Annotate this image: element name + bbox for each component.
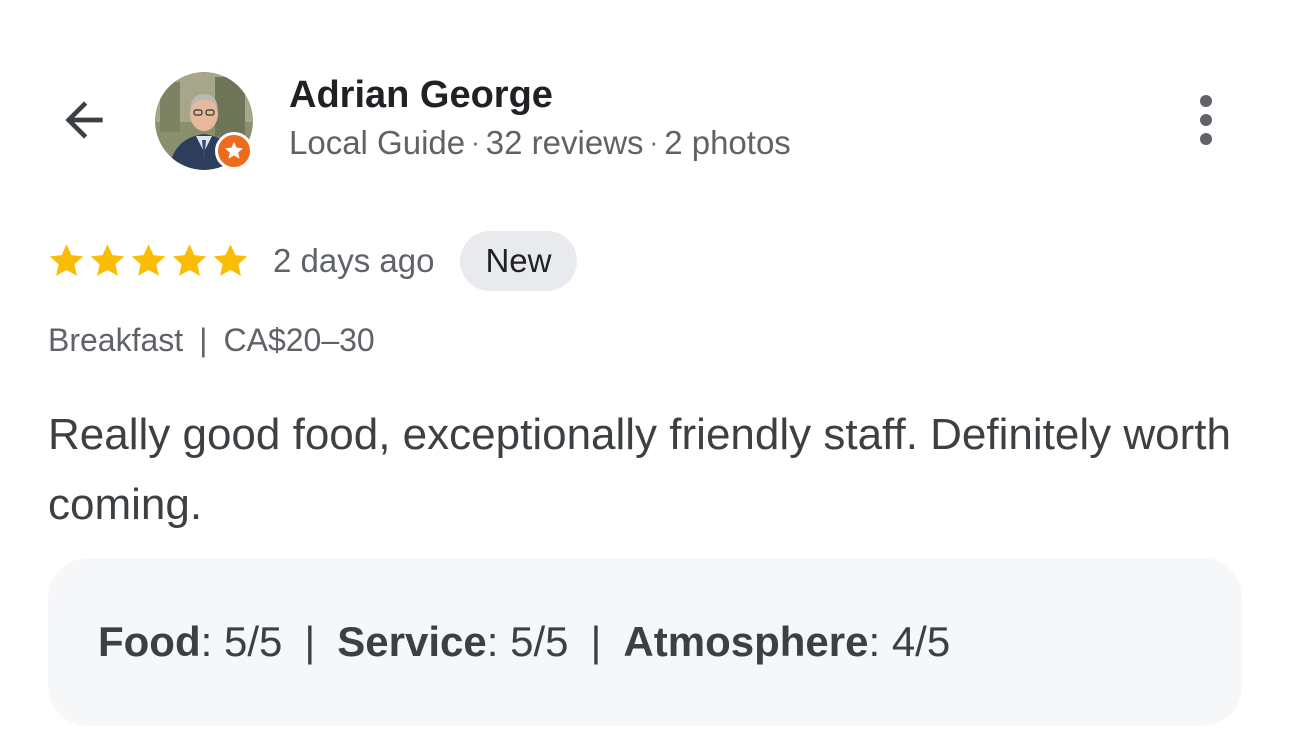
- star-icon: [213, 243, 248, 276]
- review-time: 2 days ago: [273, 242, 435, 279]
- local-guide-star-icon: [225, 141, 243, 159]
- new-badge: New: [460, 231, 577, 291]
- star-icon: [90, 243, 125, 276]
- attribute-service: Service: 5/5: [337, 618, 568, 666]
- attribute-separator: |: [590, 618, 602, 665]
- meta-separator: ·: [471, 127, 480, 157]
- back-button[interactable]: [52, 88, 116, 152]
- meal-type: Breakfast: [48, 322, 184, 358]
- attribute-colon: :: [868, 618, 881, 665]
- reviewer-level: Local Guide: [289, 124, 466, 161]
- reviewer-photo-count: 2 photos: [664, 124, 791, 161]
- star-icon: [131, 243, 166, 276]
- attribute-separator: |: [304, 618, 316, 665]
- star-icon: [49, 243, 84, 276]
- attribute-label: Service: [337, 618, 487, 665]
- attribute-atmosphere: Atmosphere: 4/5: [623, 618, 950, 666]
- meta-separator: ·: [649, 127, 659, 157]
- more-vert-icon: [1200, 95, 1212, 145]
- avatar[interactable]: [155, 72, 253, 170]
- more-options-button[interactable]: [1180, 86, 1232, 154]
- star-rating: [46, 241, 251, 282]
- attribute-label: Atmosphere: [623, 618, 869, 665]
- attribute-value: 4/5: [891, 618, 951, 665]
- price-range: CA$20–30: [223, 322, 375, 358]
- attribute-colon: :: [200, 618, 213, 665]
- attribute-label: Food: [98, 618, 201, 665]
- star-icon: [172, 243, 207, 276]
- reviewer-name[interactable]: Adrian George: [289, 74, 553, 117]
- attribute-value: 5/5: [510, 618, 569, 665]
- review-text: Really good food, exceptionally friendly…: [48, 410, 1231, 529]
- attribute-food: Food: 5/5: [98, 618, 282, 666]
- review-tags: Breakfast | CA$20–30: [48, 322, 375, 359]
- review-header: Adrian George Local Guide · 32 reviews · 2 p…: [0, 0, 1290, 200]
- attribute-colon: :: [486, 618, 499, 665]
- reviewer-meta: Local Guide · 32 reviews · 2 photos: [289, 124, 791, 162]
- local-guide-badge: [215, 132, 253, 170]
- reviewer-review-count: 32 reviews: [485, 124, 644, 161]
- tag-separator: |: [199, 322, 208, 358]
- arrow-back-icon: [65, 101, 103, 139]
- rating-row: 2 days ago New: [46, 230, 577, 292]
- attribute-value: 5/5: [223, 618, 283, 665]
- review-attributes: Food: 5/5 | Service: 5/5 | Atmosphere: 4…: [48, 558, 1242, 726]
